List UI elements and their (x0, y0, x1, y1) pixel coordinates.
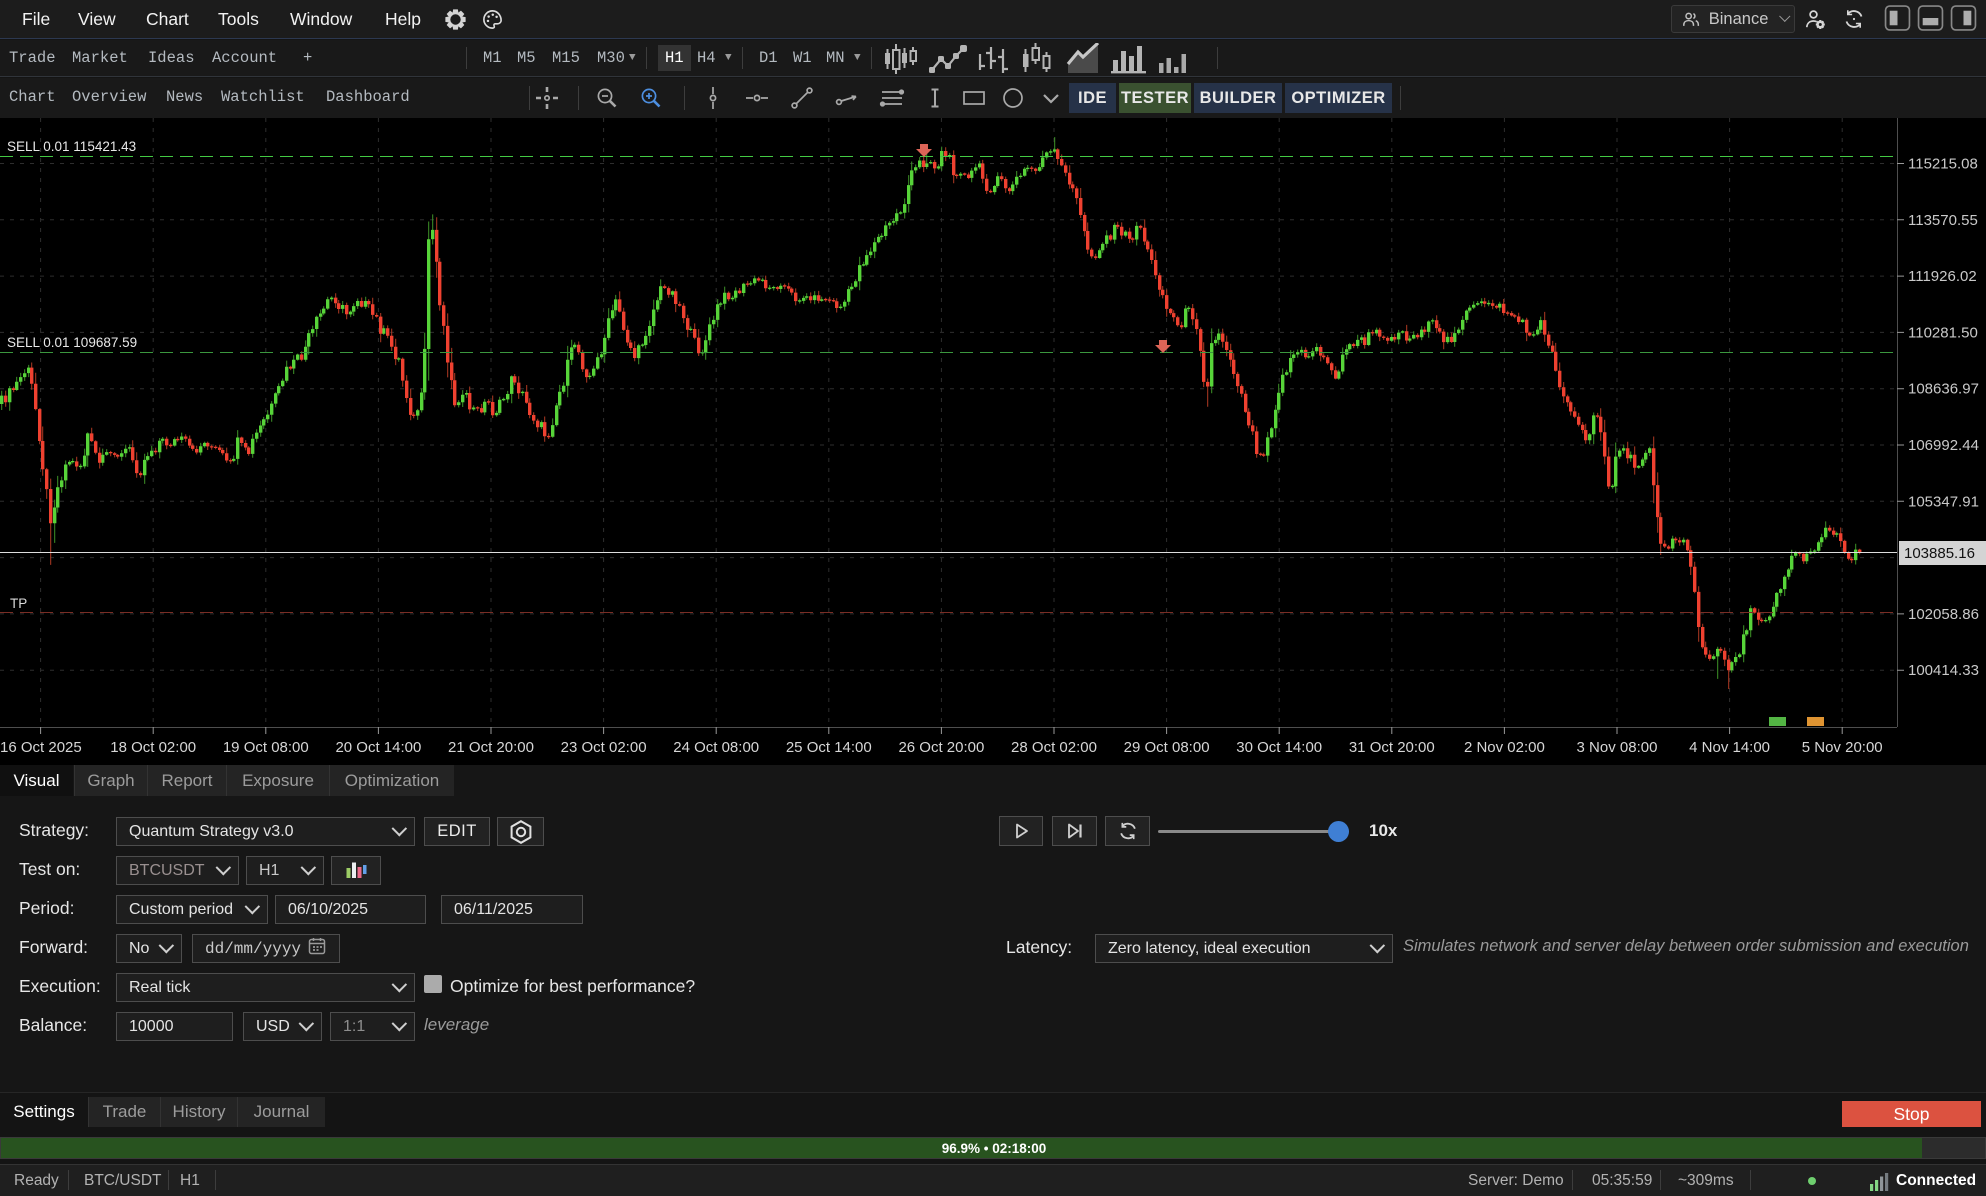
svg-text:111926.02: 111926.02 (1908, 268, 1977, 285)
svg-text:115215.08: 115215.08 (1908, 156, 1978, 173)
svg-text:25 Oct 14:00: 25 Oct 14:00 (786, 739, 872, 756)
svg-text:103885.16: 103885.16 (1904, 545, 1975, 562)
svg-text:3 Nov 08:00: 3 Nov 08:00 (1577, 739, 1658, 756)
svg-text:18 Oct 02:00: 18 Oct 02:00 (110, 739, 196, 756)
svg-text:113570.55: 113570.55 (1908, 212, 1978, 229)
svg-text:5 Nov 20:00: 5 Nov 20:00 (1802, 739, 1883, 756)
svg-text:30 Oct 14:00: 30 Oct 14:00 (1236, 739, 1322, 756)
svg-text:26 Oct 20:00: 26 Oct 20:00 (898, 739, 984, 756)
svg-text:106992.44: 106992.44 (1908, 437, 1979, 454)
svg-text:19 Oct 08:00: 19 Oct 08:00 (223, 739, 309, 756)
svg-text:100414.33: 100414.33 (1908, 662, 1979, 679)
svg-text:2 Nov 02:00: 2 Nov 02:00 (1464, 739, 1545, 756)
svg-text:21 Oct 20:00: 21 Oct 20:00 (448, 739, 534, 756)
svg-text:16 Oct 2025: 16 Oct 2025 (0, 739, 82, 756)
svg-text:4 Nov 14:00: 4 Nov 14:00 (1689, 739, 1770, 756)
svg-text:102058.86: 102058.86 (1908, 606, 1979, 623)
svg-text:28 Oct 02:00: 28 Oct 02:00 (1011, 739, 1097, 756)
svg-text:TP: TP (10, 596, 27, 611)
svg-text:SELL 0.01 115421.43: SELL 0.01 115421.43 (7, 139, 136, 154)
svg-text:105347.91: 105347.91 (1908, 493, 1979, 510)
svg-text:31 Oct 20:00: 31 Oct 20:00 (1349, 739, 1435, 756)
svg-text:23 Oct 02:00: 23 Oct 02:00 (561, 739, 647, 756)
svg-text:24 Oct 08:00: 24 Oct 08:00 (673, 739, 759, 756)
svg-text:110281.50: 110281.50 (1908, 324, 1978, 341)
svg-text:108636.97: 108636.97 (1908, 381, 1979, 398)
svg-text:SELL 0.01 109687.59: SELL 0.01 109687.59 (7, 335, 137, 350)
svg-text:20 Oct 14:00: 20 Oct 14:00 (335, 739, 421, 756)
svg-text:29 Oct 08:00: 29 Oct 08:00 (1124, 739, 1210, 756)
